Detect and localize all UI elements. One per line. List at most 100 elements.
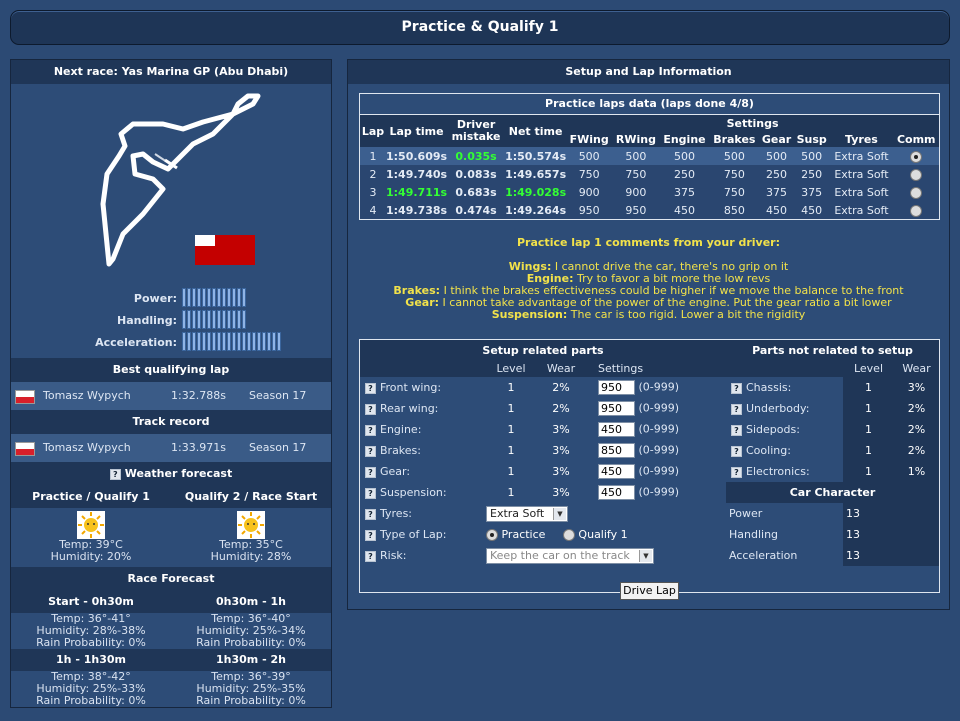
help-icon[interactable]: ? bbox=[365, 487, 376, 499]
comm-radio[interactable] bbox=[910, 186, 923, 199]
cell-fwing: 950 bbox=[578, 203, 600, 217]
comment-key: Gear: bbox=[405, 296, 440, 309]
part-wear: 3% bbox=[552, 486, 570, 499]
stat-bar-segment bbox=[237, 310, 241, 329]
help-icon[interactable]: ? bbox=[365, 382, 376, 394]
comm-radio[interactable] bbox=[910, 168, 923, 181]
stat-bar-segment bbox=[262, 332, 266, 351]
stat-bar-segment bbox=[222, 288, 226, 307]
part-name: Brakes: bbox=[380, 444, 421, 457]
setup-row: ? Front wing: 1 2% 950 (0-999)? Chassis: 1 3% bbox=[360, 377, 939, 398]
stat-bar-segment bbox=[187, 288, 191, 307]
help-icon[interactable]: ? bbox=[365, 424, 376, 436]
other-part-level: 1 bbox=[843, 419, 894, 440]
stat-bar-segment bbox=[187, 332, 191, 351]
track-record-driver: Tomasz Wypych bbox=[43, 441, 131, 454]
col-lap: Lap bbox=[361, 124, 385, 138]
risk-select[interactable]: Keep the car on the track ▼ bbox=[486, 547, 654, 564]
option-control-cell: Keep the car on the track ▼ bbox=[486, 545, 726, 566]
part-setting-input[interactable]: 850 bbox=[598, 443, 635, 458]
other-part-cell: ? Sidepods: bbox=[726, 419, 843, 440]
forecast-block: 1h - 1h30m Temp: 38°-42° Humidity: 25%-3… bbox=[11, 649, 171, 707]
help-icon[interactable]: ? bbox=[731, 403, 742, 415]
stat-bar-segment bbox=[192, 310, 196, 329]
comm-radio[interactable] bbox=[910, 150, 923, 163]
practice-radio[interactable] bbox=[486, 529, 498, 541]
weather-col: Qualify 2 / Race Start Temp: 35°C Humidi… bbox=[171, 486, 331, 563]
forecast-rain: Rain Probability: 0% bbox=[36, 636, 146, 649]
help-icon[interactable]: ? bbox=[365, 550, 376, 562]
drive-lap-button[interactable]: Drive Lap bbox=[620, 582, 679, 600]
help-icon[interactable]: ? bbox=[365, 508, 376, 520]
help-icon[interactable]: ? bbox=[731, 466, 742, 478]
col-gear: Gear bbox=[761, 132, 792, 146]
option-label-cell: ? Tyres: bbox=[360, 503, 486, 524]
cell-net-time: 1:49.028s bbox=[505, 185, 567, 199]
stat-bar-segment bbox=[227, 310, 231, 329]
power-bar bbox=[182, 288, 246, 307]
title-bar: Practice & Qualify 1 bbox=[10, 10, 950, 45]
cell-fwing: 750 bbox=[578, 167, 600, 181]
part-setting-input[interactable]: 450 bbox=[598, 422, 635, 437]
stat-bar-segment bbox=[222, 310, 226, 329]
track-map-icon bbox=[100, 93, 261, 267]
cell-net-time: 1:49.657s bbox=[505, 167, 567, 181]
help-icon[interactable]: ? bbox=[365, 445, 376, 457]
other-part-cell: ? Underbody: bbox=[726, 398, 843, 419]
col-rwing: RWing bbox=[615, 132, 656, 146]
driver-comments: Practice lap 1 comments from your driver… bbox=[348, 237, 949, 321]
part-setting-input[interactable]: 950 bbox=[598, 401, 635, 416]
cell-susp: 500 bbox=[801, 149, 823, 163]
stat-bar-segment bbox=[212, 332, 216, 351]
car-character-title: Car Character bbox=[726, 482, 939, 503]
part-setting-input[interactable]: 450 bbox=[598, 485, 635, 500]
col-level: Level bbox=[496, 362, 526, 375]
stat-bar-segment bbox=[252, 332, 256, 351]
part-setting-input[interactable]: 450 bbox=[598, 464, 635, 479]
weather-forecast: Practice / Qualify 1 Temp: 39°C Humidity… bbox=[11, 486, 331, 563]
help-icon[interactable]: ? bbox=[365, 466, 376, 478]
best-lap-row: Tomasz Wypych 1:32.788s Season 17 bbox=[11, 382, 331, 410]
track-record-row: Tomasz Wypych 1:33.971s Season 17 bbox=[11, 434, 331, 462]
cell-gear: 250 bbox=[766, 167, 788, 181]
stat-bar-segment bbox=[227, 332, 231, 351]
col-comm: Comm bbox=[896, 132, 936, 146]
comm-cell bbox=[893, 147, 939, 165]
part-range: (0-999) bbox=[635, 380, 680, 394]
help-icon[interactable]: ? bbox=[365, 529, 376, 541]
part-name-cell: ? Engine: bbox=[360, 419, 486, 440]
help-icon[interactable]: ? bbox=[731, 424, 742, 436]
setup-row: ? Engine: 1 3% 450 (0-999)? Sidepods: 1 2% bbox=[360, 419, 939, 440]
part-setting-input[interactable]: 950 bbox=[598, 380, 635, 395]
comm-radio[interactable] bbox=[910, 204, 923, 217]
forecast-block: 1h30m - 2h Temp: 36°-39° Humidity: 25%-3… bbox=[171, 649, 331, 707]
part-setting-cell: 450 (0-999) bbox=[586, 419, 726, 440]
help-icon[interactable]: ? bbox=[109, 468, 121, 480]
stat-bar-segment bbox=[197, 288, 201, 307]
cell-brakes: 750 bbox=[723, 167, 745, 181]
stat-bar-segment bbox=[247, 332, 251, 351]
stat-bar-segment bbox=[237, 332, 241, 351]
tyres-select[interactable]: Extra Soft ▼ bbox=[486, 505, 568, 522]
left-panel: Next race: Yas Marina GP (Abu Dhabi) Pow… bbox=[10, 59, 332, 708]
cell-driver-mistake: 0.683s bbox=[455, 185, 497, 199]
forecast-block: 0h30m - 1h Temp: 36°-40° Humidity: 25%-3… bbox=[171, 591, 331, 649]
car-char-value: 13 bbox=[843, 545, 939, 566]
flag-icon bbox=[15, 442, 35, 456]
help-icon[interactable]: ? bbox=[731, 445, 742, 457]
acceleration-label: Acceleration: bbox=[95, 336, 177, 349]
cell-rwing: 500 bbox=[625, 149, 647, 163]
other-part-cell: ? Cooling: bbox=[726, 440, 843, 461]
setup-row: ? Tyres: Extra Soft ▼ Power 13 bbox=[360, 503, 939, 524]
chevron-down-icon: ▼ bbox=[639, 549, 652, 562]
part-name: Front wing: bbox=[380, 381, 442, 394]
stat-bar-segment bbox=[207, 288, 211, 307]
stat-bar-segment bbox=[237, 288, 241, 307]
other-part-level: 1 bbox=[843, 398, 894, 419]
help-icon[interactable]: ? bbox=[365, 403, 376, 415]
col-settings: Settings bbox=[726, 116, 779, 130]
qualify-radio[interactable] bbox=[562, 529, 575, 541]
cell-lap-time: 1:49.738s bbox=[386, 203, 448, 217]
stat-bar-segment bbox=[257, 332, 261, 351]
help-icon[interactable]: ? bbox=[731, 382, 742, 394]
